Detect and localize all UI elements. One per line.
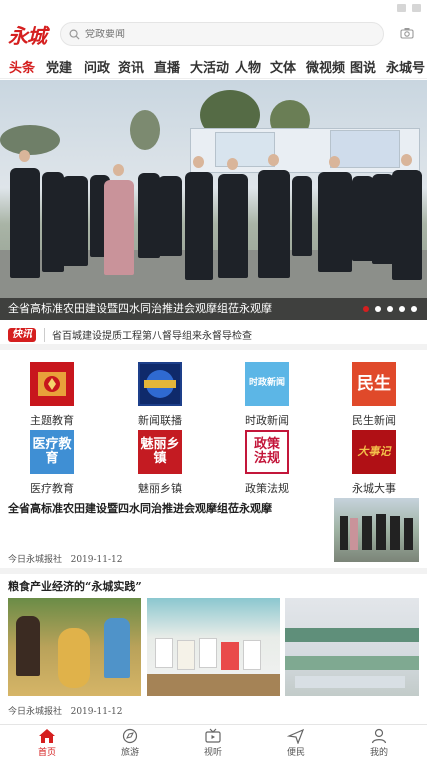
article-meta: 今日永城报社 2019-11-12 bbox=[8, 704, 123, 717]
carousel-indicators bbox=[363, 306, 417, 312]
article-source: 今日永城报社 bbox=[8, 555, 63, 565]
search-bar[interactable] bbox=[60, 22, 384, 46]
tab-inquiry[interactable]: 问政 bbox=[84, 57, 110, 76]
article-image[interactable] bbox=[147, 598, 280, 696]
carousel-dot[interactable] bbox=[375, 306, 381, 312]
travel-icon bbox=[122, 728, 138, 744]
article-thumbnail[interactable] bbox=[334, 498, 419, 562]
flash-news-text[interactable]: 省百城建设提质工程第八督导组来永督导检查 bbox=[52, 327, 252, 342]
search-icon bbox=[69, 29, 80, 40]
tab-label: 旅游 bbox=[120, 748, 139, 758]
carousel-dot[interactable] bbox=[387, 306, 393, 312]
article-date: 2019-11-12 bbox=[70, 555, 123, 565]
send-icon bbox=[287, 728, 305, 744]
tab-people[interactable]: 人物 bbox=[235, 57, 261, 76]
grid-label: 时政新闻 bbox=[245, 414, 289, 427]
grid-label: 民生新闻 bbox=[352, 414, 396, 427]
grid-label: 医疗教育 bbox=[30, 482, 74, 495]
tab-label: 便民 bbox=[286, 748, 305, 758]
grid-item-charming-towns[interactable]: 魅丽乡镇 魅丽乡镇 bbox=[120, 430, 200, 496]
tab-headline[interactable]: 头条 bbox=[9, 57, 35, 76]
grid-label: 永城大事 bbox=[352, 482, 396, 495]
grid-item-politics-news[interactable]: 时政新闻 时政新闻 bbox=[227, 362, 307, 428]
camera-icon[interactable] bbox=[400, 27, 414, 39]
grid-label: 政策法规 bbox=[245, 482, 289, 495]
grid-item-medical-education[interactable]: 医疗教育 医疗教育 bbox=[12, 430, 92, 496]
tv-icon bbox=[205, 728, 221, 743]
charming-towns-icon: 魅丽乡镇 bbox=[138, 430, 182, 474]
divider bbox=[0, 568, 427, 574]
user-icon bbox=[371, 728, 387, 744]
tab-label: 首页 bbox=[37, 748, 56, 758]
tab-mine[interactable]: 我的 bbox=[359, 728, 399, 758]
news-broadcast-icon bbox=[138, 362, 182, 406]
channel-nav: 头条 党建 问政 资讯 直播 大活动 人物 文体 微视频 图说 永城号 bbox=[0, 50, 427, 79]
carousel-dot[interactable] bbox=[363, 306, 369, 312]
tab-audiovisual[interactable]: 视听 bbox=[193, 728, 233, 758]
search-input[interactable] bbox=[85, 28, 345, 40]
tab-party-building[interactable]: 党建 bbox=[46, 57, 72, 76]
article-image[interactable] bbox=[8, 598, 141, 696]
tab-live[interactable]: 直播 bbox=[154, 57, 180, 76]
policy-regulation-icon: 政策法规 bbox=[245, 430, 289, 474]
article-image[interactable] bbox=[285, 598, 419, 696]
tab-travel[interactable]: 旅游 bbox=[110, 728, 150, 758]
grid-label: 魅丽乡镇 bbox=[138, 482, 182, 495]
grid-item-policy-regulation[interactable]: 政策法规 政策法规 bbox=[227, 430, 307, 496]
carousel-dot[interactable] bbox=[411, 306, 417, 312]
article-meta: 今日永城报社 2019-11-12 bbox=[8, 552, 123, 565]
yongcheng-events-icon: 大事记 bbox=[352, 430, 396, 474]
article-title[interactable]: 粮食产业经济的“永城实践” bbox=[8, 578, 142, 594]
bottom-tab-bar: 首页 旅游 视听 便民 我的 bbox=[0, 724, 427, 760]
grid-item-livelihood-news[interactable]: 民生 民生新闻 bbox=[334, 362, 414, 428]
battery-icon bbox=[412, 4, 421, 12]
app-header: 永城 bbox=[0, 0, 427, 50]
grid-item-news-broadcast[interactable]: 新闻联播 bbox=[120, 362, 200, 428]
article-title[interactable]: 全省高标准农田建设暨四水同治推进会观摩组莅永观摩 bbox=[8, 500, 328, 516]
politics-news-icon: 时政新闻 bbox=[245, 362, 289, 406]
flash-news-bar[interactable]: 快讯 省百城建设提质工程第八督导组来永督导检查 bbox=[0, 320, 427, 350]
grid-label: 主题教育 bbox=[30, 414, 74, 427]
tab-picture-talk[interactable]: 图说 bbox=[350, 57, 376, 76]
status-bar bbox=[397, 2, 421, 14]
carousel-dot[interactable] bbox=[399, 306, 405, 312]
article-date: 2019-11-12 bbox=[70, 707, 123, 717]
tab-big-events[interactable]: 大活动 bbox=[190, 57, 229, 76]
tab-label: 我的 bbox=[369, 748, 388, 758]
wifi-icon bbox=[397, 4, 406, 12]
tab-label: 视听 bbox=[203, 748, 222, 758]
theme-education-icon bbox=[30, 362, 74, 406]
livelihood-news-icon: 民生 bbox=[352, 362, 396, 406]
banner-carousel[interactable]: 全省高标准农田建设暨四水同治推进会观摩组莅永观摩 bbox=[0, 80, 427, 320]
home-icon bbox=[39, 729, 55, 743]
article-source: 今日永城报社 bbox=[8, 707, 63, 717]
flash-badge: 快讯 bbox=[8, 328, 36, 342]
medical-education-icon: 医疗教育 bbox=[30, 430, 74, 474]
divider bbox=[44, 328, 45, 342]
tab-culture-sports[interactable]: 文体 bbox=[270, 57, 296, 76]
tab-home[interactable]: 首页 bbox=[27, 728, 67, 758]
grid-item-theme-education[interactable]: 主题教育 bbox=[12, 362, 92, 428]
app-logo: 永城 bbox=[8, 24, 47, 48]
tab-convenience[interactable]: 便民 bbox=[276, 728, 316, 758]
grid-item-yongcheng-events[interactable]: 大事记 永城大事 bbox=[334, 430, 414, 496]
tab-micro-video[interactable]: 微视频 bbox=[306, 57, 345, 76]
tab-news[interactable]: 资讯 bbox=[118, 57, 144, 76]
tab-yongcheng-account[interactable]: 永城号 bbox=[386, 57, 425, 76]
grid-label: 新闻联播 bbox=[138, 414, 182, 427]
